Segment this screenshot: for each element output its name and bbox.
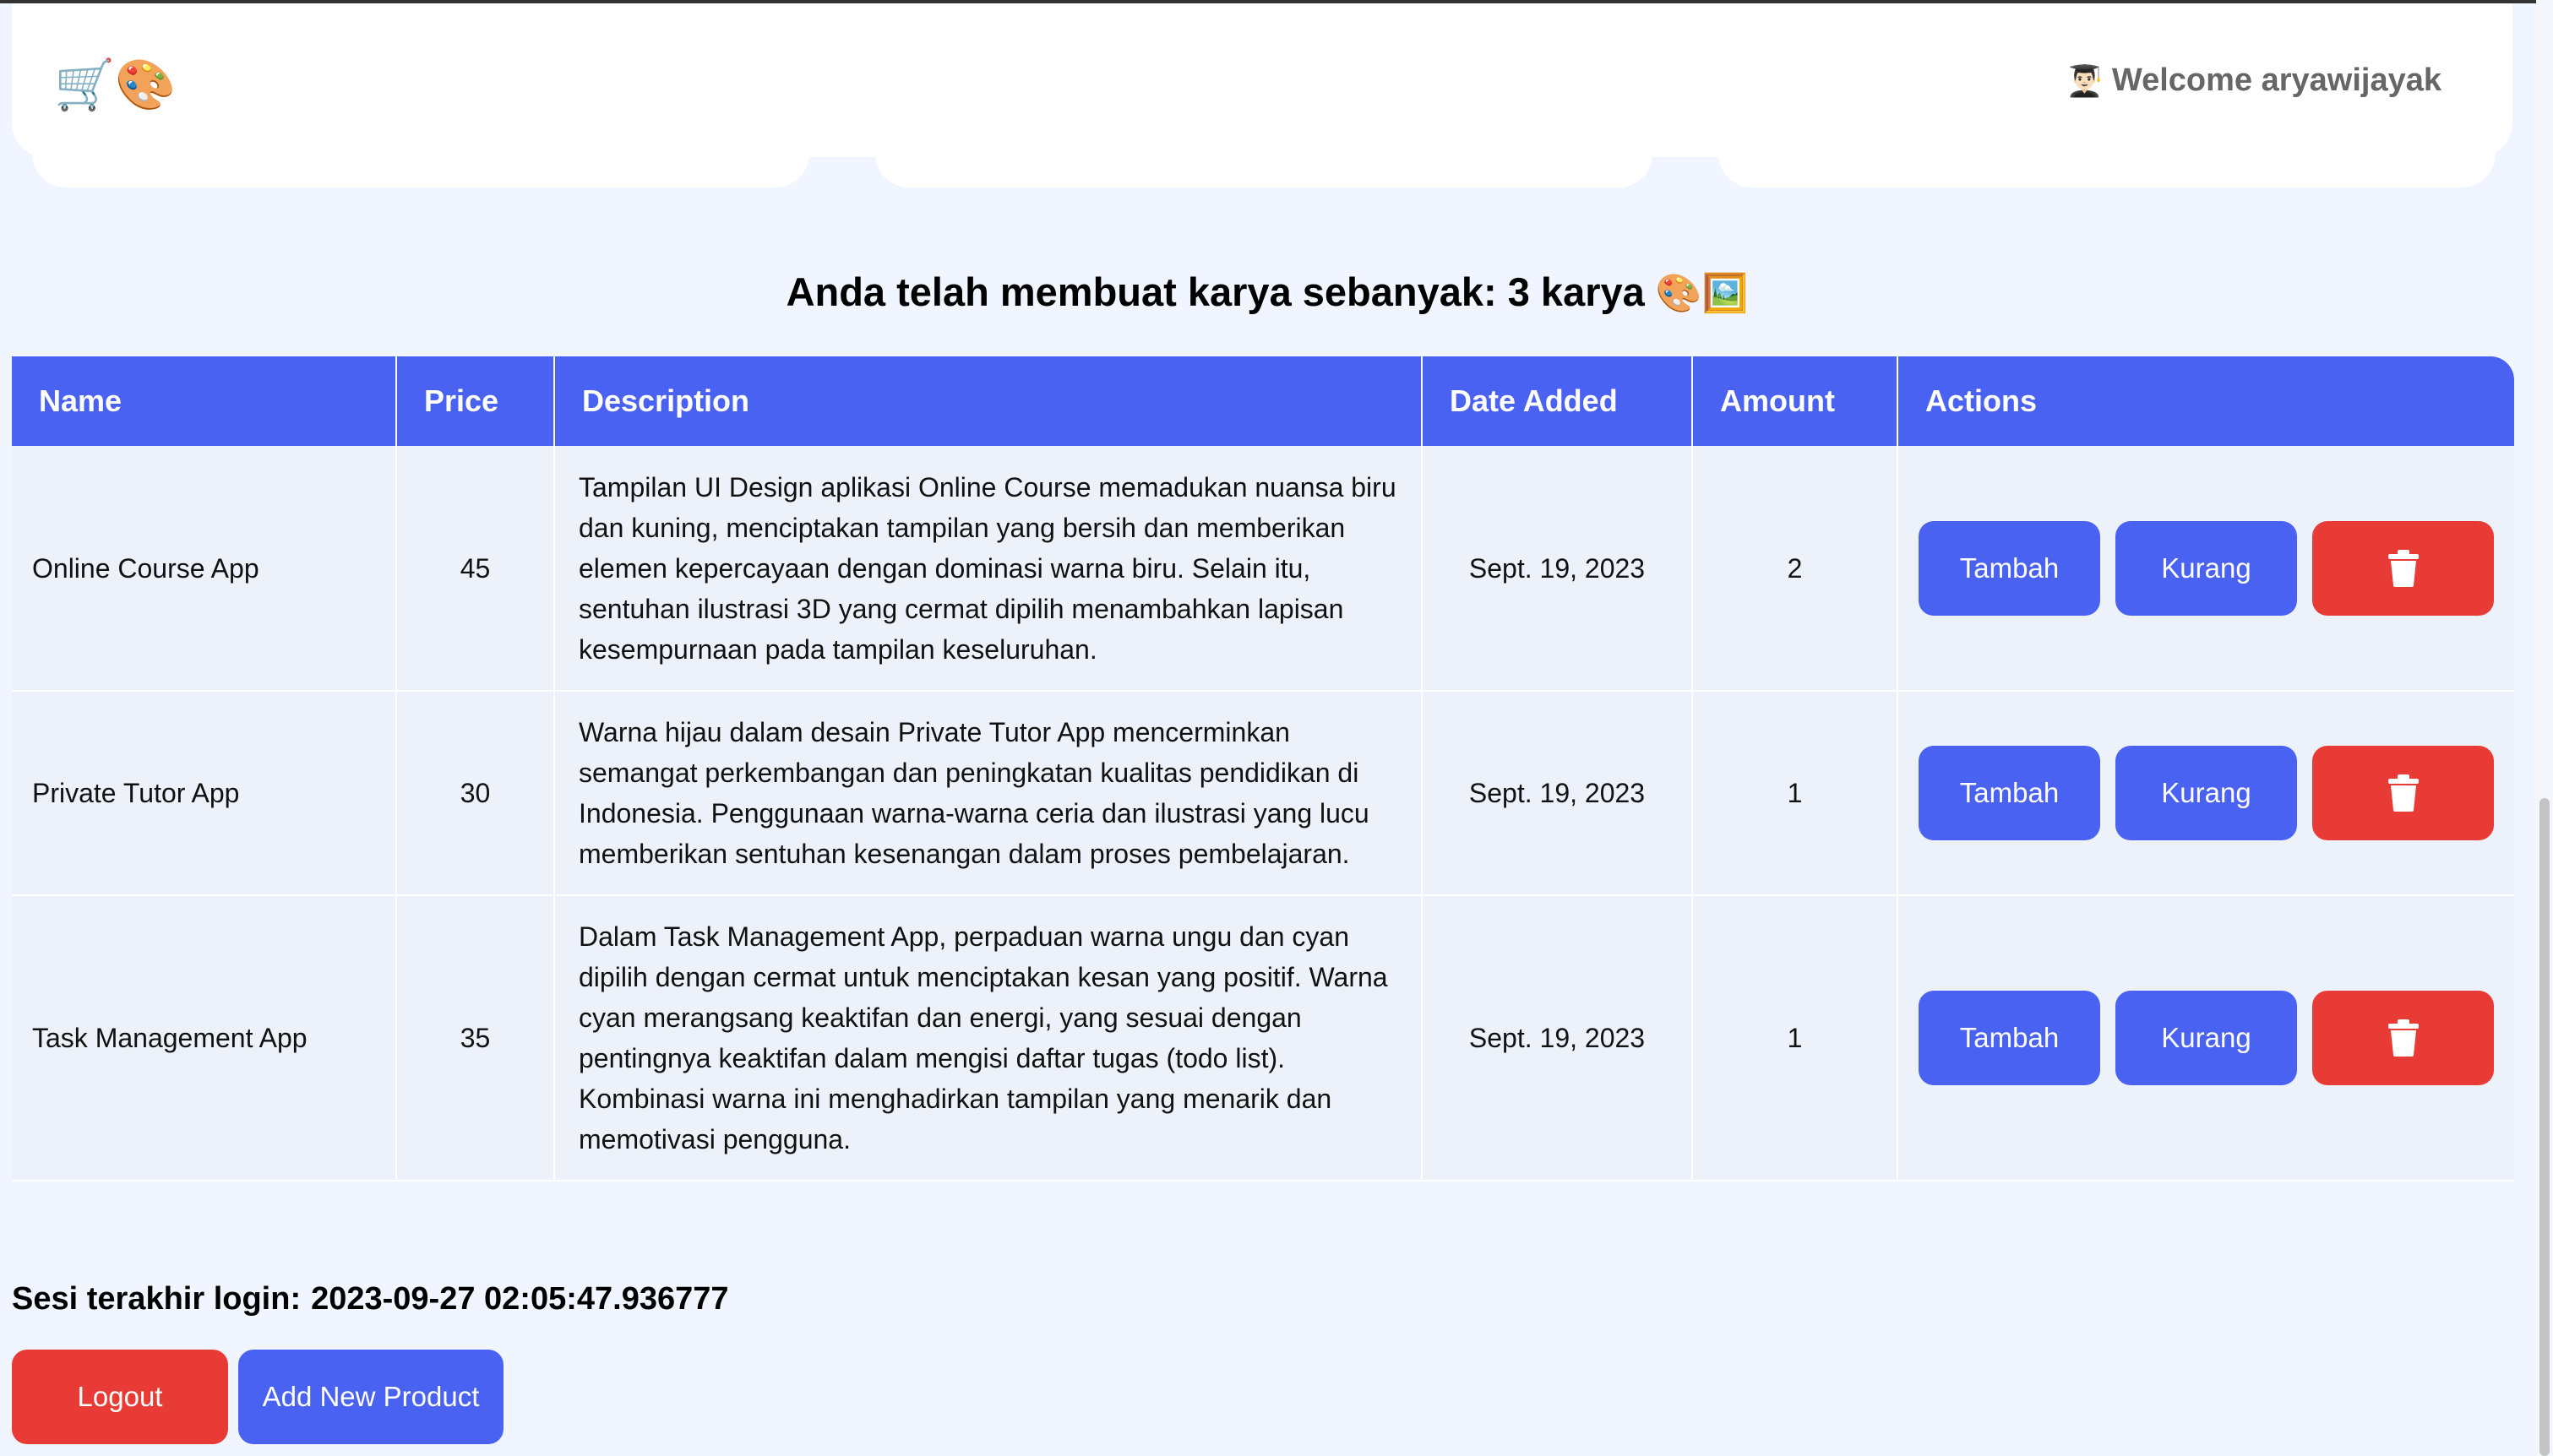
cell-description: Warna hijau dalam desain Private Tutor A… [554, 691, 1423, 896]
cell-name: Online Course App [12, 446, 397, 692]
cell-amount: 2 [1692, 446, 1898, 692]
welcome-text: Welcome aryawijayak [2111, 62, 2441, 98]
column-header-actions: Actions [1897, 356, 2514, 446]
column-header-name: Name [12, 356, 397, 446]
tambah-button[interactable]: Tambah [1919, 991, 2100, 1085]
cell-name: Private Tutor App [12, 691, 397, 896]
footer-actions: Logout Add New Product [12, 1350, 504, 1444]
cell-date-added: Sept. 19, 2023 [1422, 895, 1693, 1182]
row-actions: Tambah Kurang [1919, 991, 2494, 1085]
student-icon: 👨🏻‍🎓 [2066, 62, 2104, 98]
navbar: 🛒 🎨 👨🏻‍🎓 Welcome aryawijayak [12, 3, 2512, 157]
cell-amount: 1 [1692, 691, 1898, 896]
table-row: Private Tutor App 30 Warna hijau dalam d… [12, 691, 2514, 896]
kurang-button[interactable]: Kurang [2115, 520, 2297, 616]
table-row: Task Management App 35 Dalam Task Manage… [12, 895, 2514, 1182]
kurang-button[interactable]: Kurang [2115, 991, 2297, 1085]
product-table: Name Price Description Date Added Amount… [12, 356, 2514, 1182]
trash-icon [2387, 774, 2419, 812]
cell-actions: Tambah Kurang [1897, 691, 2514, 896]
cell-price: 30 [396, 691, 555, 896]
add-new-product-button[interactable]: Add New Product [238, 1350, 504, 1444]
cell-description: Dalam Task Management App, perpaduan war… [554, 895, 1423, 1182]
column-header-price: Price [396, 356, 555, 446]
product-count-text: Anda telah membuat karya sebanyak: 3 kar… [786, 269, 1645, 314]
cell-date-added: Sept. 19, 2023 [1422, 691, 1693, 896]
delete-button[interactable] [2312, 746, 2494, 840]
delete-button[interactable] [2312, 520, 2494, 616]
cell-name: Task Management App [12, 895, 397, 1182]
trash-icon [2387, 549, 2419, 587]
welcome-message: 👨🏻‍🎓 Welcome aryawijayak [2066, 62, 2441, 99]
scrollbar-thumb[interactable] [2539, 798, 2550, 1456]
row-actions: Tambah Kurang [1919, 520, 2494, 616]
session-label: Sesi terakhir login: [12, 1281, 302, 1317]
cell-description: Tampilan UI Design aplikasi Online Cours… [554, 446, 1423, 692]
palette-icon: 🎨 [115, 57, 177, 112]
palette-picture-icon: 🎨🖼️ [1655, 273, 1749, 314]
column-header-amount: Amount [1692, 356, 1898, 446]
session-value: 2023-09-27 02:05:47.936777 [311, 1281, 729, 1317]
cell-actions: Tambah Kurang [1897, 895, 2514, 1182]
cell-price: 35 [396, 895, 555, 1182]
product-count-heading: Anda telah membuat karya sebanyak: 3 kar… [0, 267, 2534, 319]
cell-price: 45 [396, 446, 555, 692]
cart-icon: 🛒 [54, 57, 116, 112]
table-header-row: Name Price Description Date Added Amount… [12, 356, 2514, 446]
brand-logo[interactable]: 🛒 🎨 [54, 56, 176, 115]
tambah-button[interactable]: Tambah [1919, 520, 2100, 616]
logout-button[interactable]: Logout [12, 1350, 228, 1444]
tambah-button[interactable]: Tambah [1919, 746, 2100, 840]
cell-actions: Tambah Kurang [1897, 446, 2514, 692]
cell-date-added: Sept. 19, 2023 [1422, 446, 1693, 692]
row-actions: Tambah Kurang [1919, 746, 2494, 840]
delete-button[interactable] [2312, 991, 2494, 1085]
last-login-session: Sesi terakhir login: 2023-09-27 02:05:47… [12, 1275, 729, 1323]
column-header-date-added: Date Added [1422, 356, 1693, 446]
kurang-button[interactable]: Kurang [2115, 746, 2297, 840]
column-header-description: Description [554, 356, 1423, 446]
table-row: Online Course App 45 Tampilan UI Design … [12, 446, 2514, 692]
trash-icon [2387, 1019, 2419, 1057]
cell-amount: 1 [1692, 895, 1898, 1182]
